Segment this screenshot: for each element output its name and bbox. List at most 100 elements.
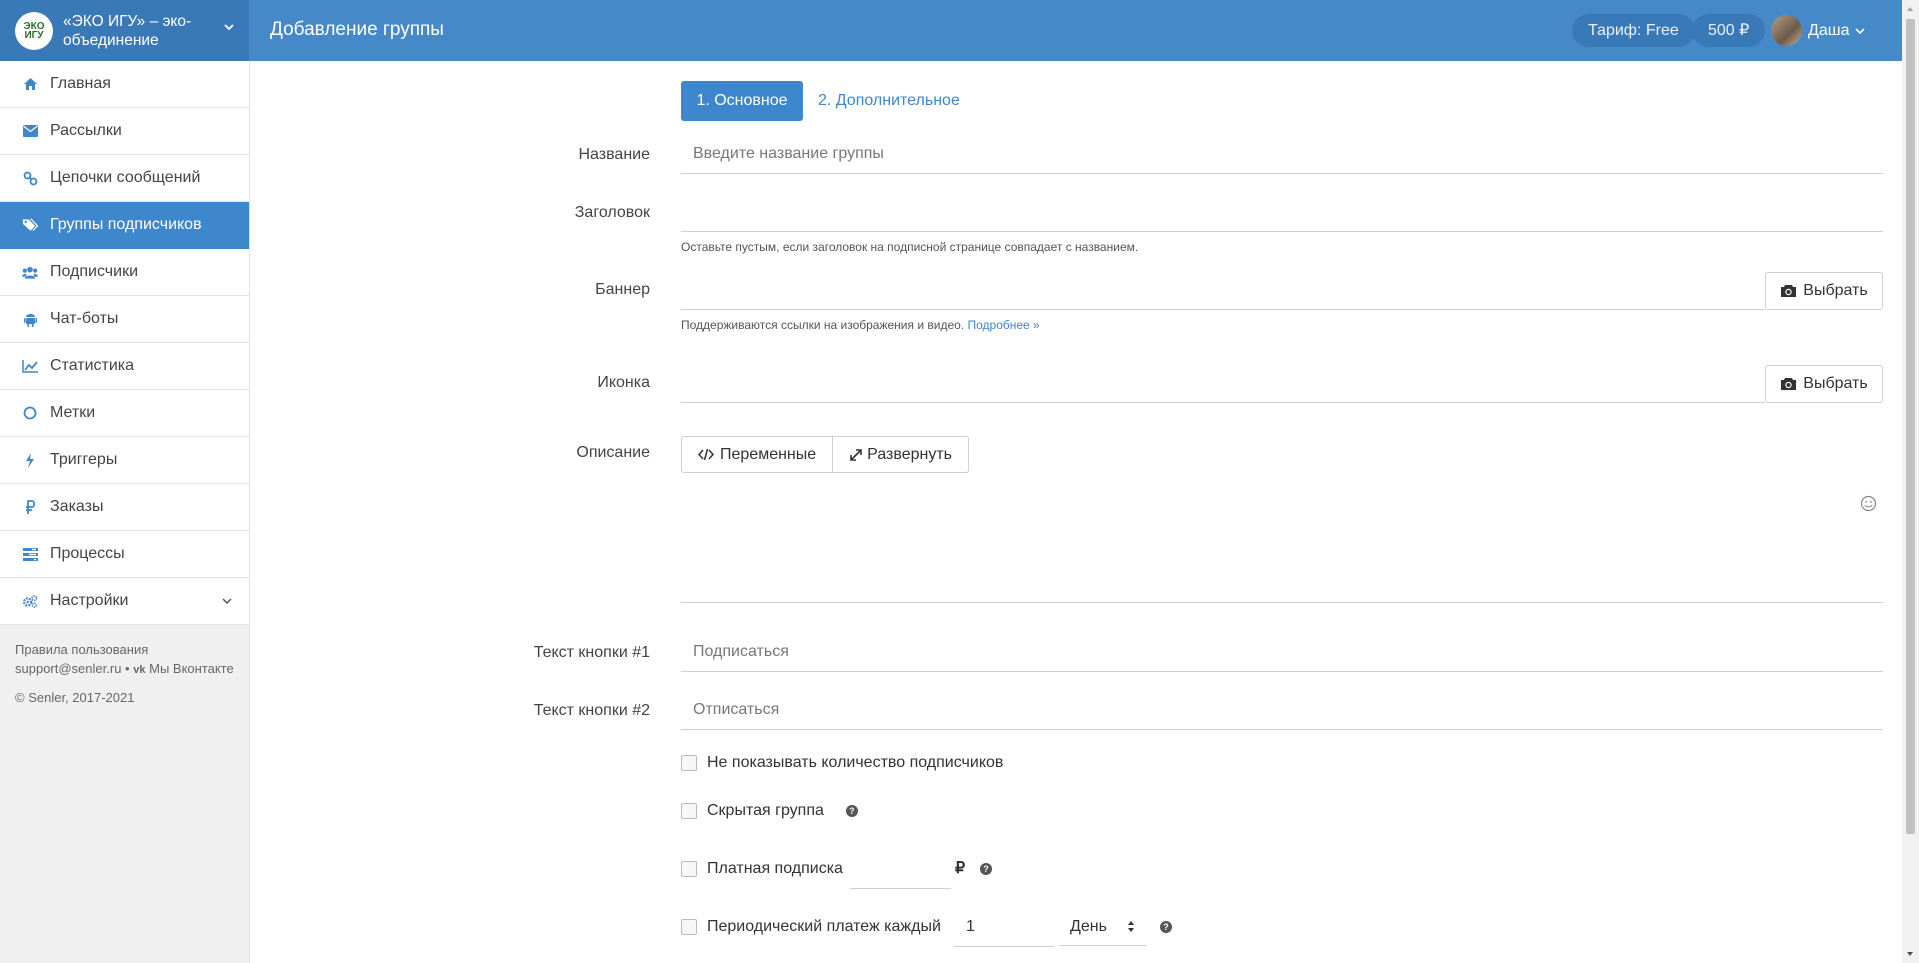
icon-field[interactable] [681,364,1765,403]
sidebar-nav: Главная Рассылки Цепочки сообщений Групп… [0,61,249,625]
icon-input[interactable] [681,364,1765,402]
hide-count-checkbox[interactable] [681,755,697,771]
scrollbar-thumb[interactable] [1906,19,1915,834]
name-field[interactable] [681,135,1883,174]
variables-button[interactable]: Переменные [681,436,834,473]
banner-label: Баннер [595,281,650,298]
banner-pick-button[interactable]: Выбрать [1765,272,1883,310]
scroll-up-icon[interactable] [1905,4,1915,14]
user-name: Даша [1808,21,1850,39]
sidebar-item-statistics[interactable]: Статистика [0,343,249,390]
terms-link[interactable]: Правила пользования [15,640,234,659]
brand-switcher[interactable]: ЭКО ИГУ «ЭКО ИГУ» – эко-объединение [0,0,249,61]
icon-label: Иконка [597,374,650,391]
banner-input[interactable] [681,271,1765,309]
variables-label: Переменные [720,445,817,463]
home-icon [22,76,38,92]
chevron-down-icon [1855,27,1866,34]
button2-input[interactable] [681,691,1883,729]
description-toolbar: Переменные Развернуть [681,436,969,473]
sidebar-item-label: Чат-боты [50,310,119,327]
vk-link[interactable]: Мы Вконтакте [149,661,234,676]
heading-field[interactable] [681,193,1883,232]
page-title: Добавление группы [270,19,444,40]
periodic-label: Периодический платеж каждый [707,918,941,935]
period-unit-value: День [1070,918,1107,935]
sidebar-item-home[interactable]: Главная [0,61,249,108]
periodic-checkbox[interactable] [681,919,697,935]
expand-label: Развернуть [867,445,952,463]
sidebar-item-label: Группы подписчиков [50,216,202,233]
hidden-group-checkbox[interactable] [681,803,697,819]
banner-field[interactable] [681,271,1765,310]
paid-label: Платная подписка [707,860,843,877]
banner-more-link[interactable]: Подробнее » [967,318,1039,332]
circle-icon [22,405,38,421]
sidebar-item-chatbots[interactable]: Чат-боты [0,296,249,343]
sidebar-item-triggers[interactable]: Триггеры [0,437,249,484]
hidden-group-row[interactable]: Скрытая группа ? [681,802,858,820]
chevron-down-icon [224,24,234,31]
help-icon[interactable]: ? [845,805,858,817]
button1-field[interactable] [681,633,1883,672]
smiley-icon[interactable] [1860,495,1877,512]
expand-button[interactable]: Развернуть [833,436,969,473]
tab-additional[interactable]: 2. Дополнительное [818,92,960,110]
sidebar-item-chains[interactable]: Цепочки сообщений [0,155,249,202]
button2-label: Текст кнопки #2 [533,702,650,719]
name-input[interactable] [681,135,1883,173]
avatar [1771,15,1802,46]
sidebar-item-settings[interactable]: Настройки [0,578,249,625]
vk-icon: vk [133,664,146,676]
heading-input[interactable] [681,193,1883,231]
footer-separator: • [125,661,130,676]
help-icon[interactable]: ? [1160,921,1172,933]
paid-row[interactable]: Платная подписка [681,860,843,878]
button2-field[interactable] [681,691,1883,730]
sidebar-item-tags[interactable]: Метки [0,390,249,437]
sidebar-footer: Правила пользования support@senler.ru • … [0,625,249,722]
banner-hint: Поддерживаются ссылки на изображения и в… [681,318,1040,332]
sidebar-item-mailings[interactable]: Рассылки [0,108,249,155]
tags-icon [22,217,38,233]
button1-input[interactable] [681,633,1883,671]
camera-icon [1781,378,1797,390]
sidebar-item-label: Цепочки сообщений [50,169,201,186]
sidebar-item-label: Заказы [50,498,104,515]
name-label: Название [578,146,651,163]
sidebar-item-label: Главная [50,75,111,92]
sidebar-item-label: Процессы [50,545,125,562]
support-email-link[interactable]: support@senler.ru [15,661,121,676]
description-editor[interactable] [681,473,1883,603]
sidebar-item-label: Метки [50,404,96,421]
sidebar-item-label: Настройки [50,592,129,609]
help-icon[interactable]: ? [980,863,992,875]
tab-basic[interactable]: 1. Основное [681,81,803,121]
sidebar-item-groups[interactable]: Группы подписчиков [0,202,249,249]
scroll-down-icon[interactable] [1905,949,1915,959]
hide-count-row[interactable]: Не показывать количество подписчиков [681,754,1003,772]
sidebar-item-orders[interactable]: Заказы [0,484,249,531]
paid-checkbox[interactable] [681,861,697,877]
sidebar-item-subscribers[interactable]: Подписчики [0,249,249,296]
periodic-row[interactable]: Периодический платеж каждый [681,918,941,936]
period-unit-select[interactable]: День [1059,908,1147,946]
camera-icon [1781,285,1797,297]
hide-count-label: Не показывать количество подписчиков [707,754,1004,771]
balance-badge[interactable]: 500 ₽ [1692,14,1766,47]
periodic-count-input[interactable] [954,908,1054,946]
sort-arrows-icon [1128,921,1134,932]
periodic-count-field[interactable] [954,908,1054,947]
copyright: © Senler, 2017-2021 [15,690,135,705]
paid-price-input[interactable] [850,850,951,888]
paid-price-field[interactable] [850,850,951,889]
users-icon [22,264,38,280]
brand-name: «ЭКО ИГУ» – эко-объединение [63,12,192,49]
icon-pick-button[interactable]: Выбрать [1765,365,1883,403]
sidebar-item-label: Триггеры [50,451,118,468]
user-menu[interactable]: Даша [1771,14,1866,47]
description-label: Описание [576,444,650,461]
top-header: ЭКО ИГУ «ЭКО ИГУ» – эко-объединение Доба… [0,0,1902,61]
sidebar-item-processes[interactable]: Процессы [0,531,249,578]
tariff-badge[interactable]: Тариф: Free [1572,14,1695,47]
